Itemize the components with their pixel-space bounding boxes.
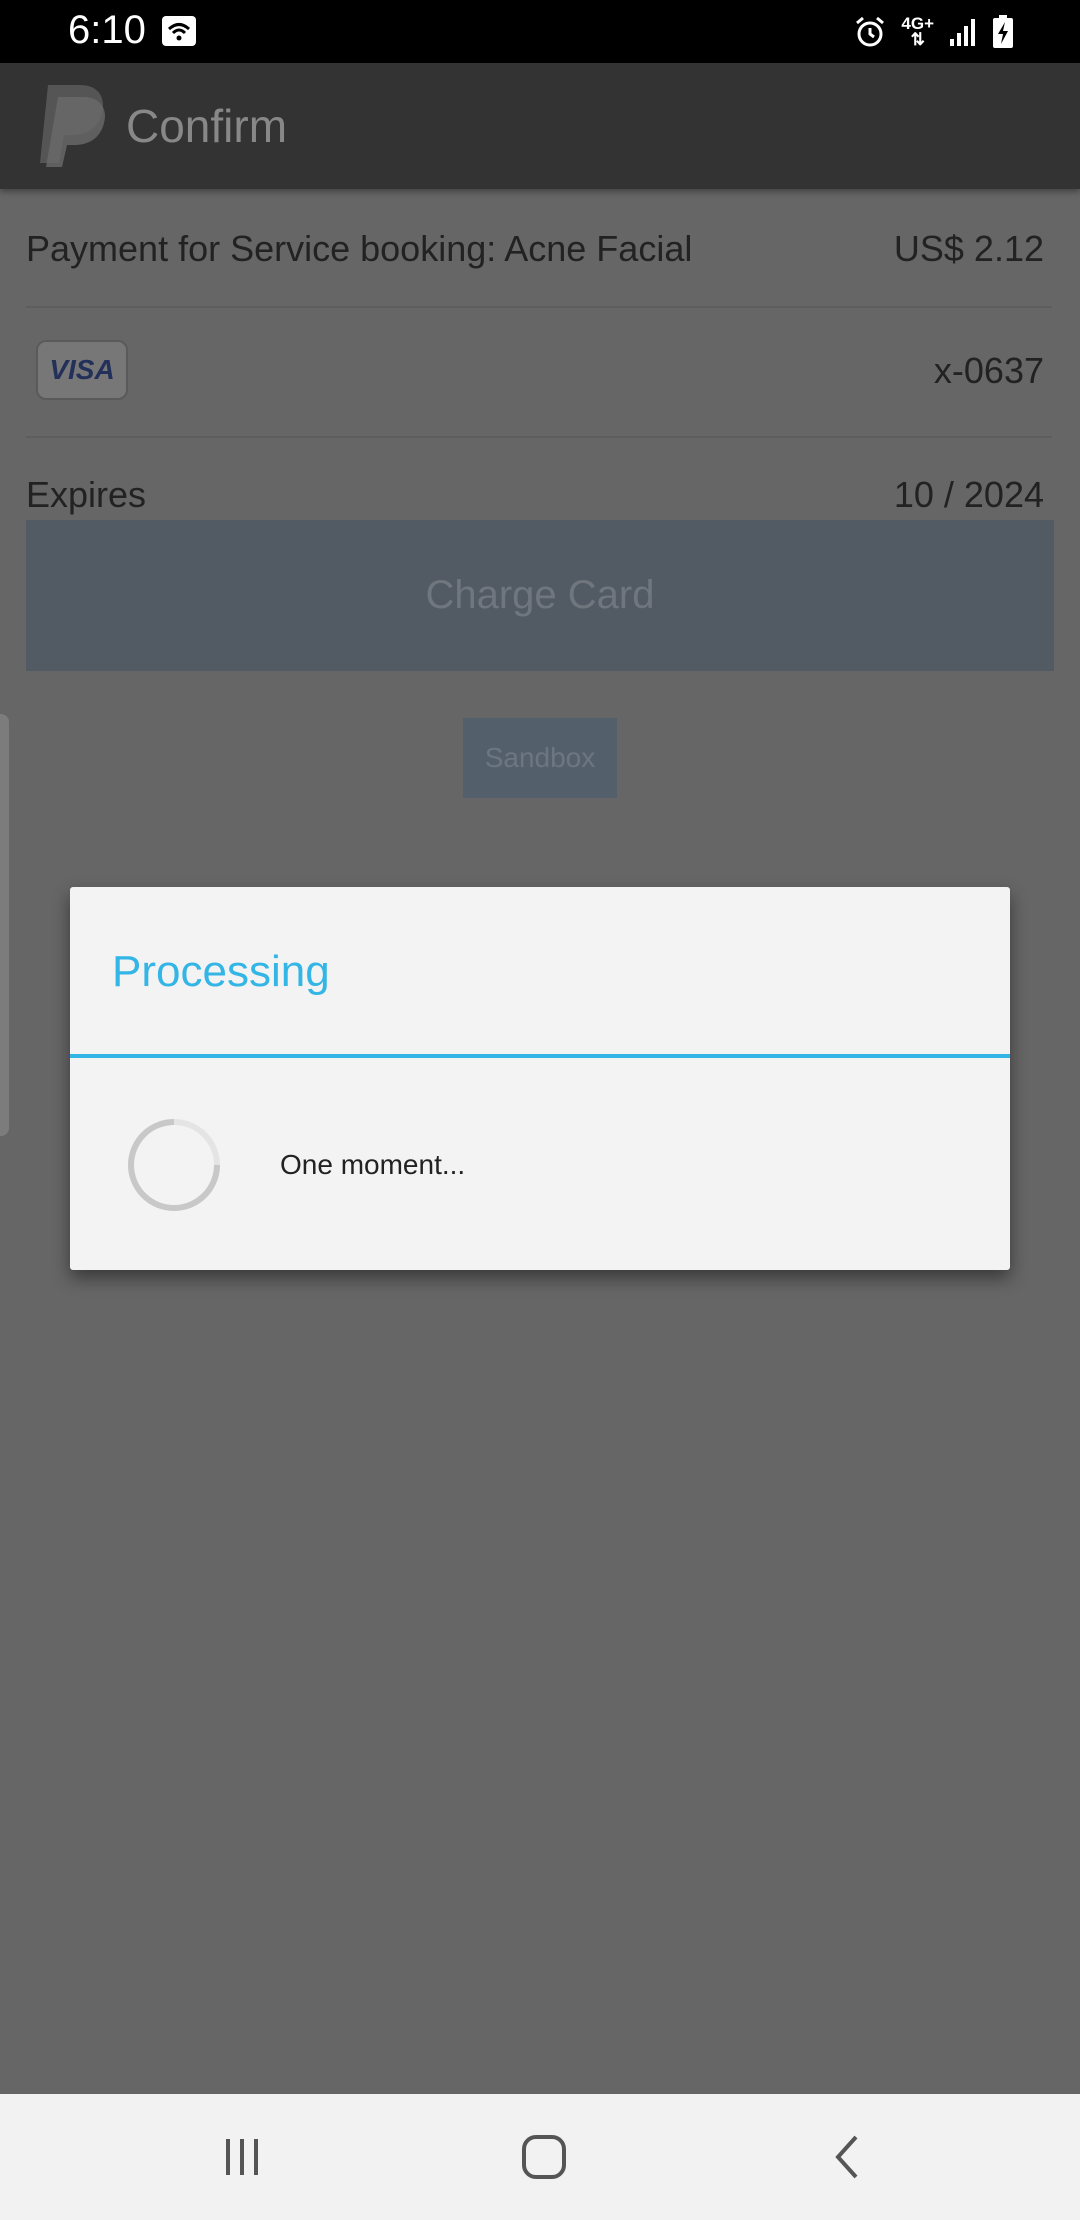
card-number: x-0637 — [933, 350, 1044, 391]
home-button[interactable] — [509, 2124, 579, 2190]
home-icon — [522, 2135, 566, 2179]
payment-amount: US$ 2.12 — [893, 228, 1044, 269]
payment-description-row: Payment for Service booking: Acne Facial… — [26, 228, 1052, 270]
expires-value: 10 / 2024 — [893, 474, 1044, 515]
edge-panel-handle[interactable] — [0, 714, 9, 1136]
status-icons: 4G+ ⇅ — [839, 12, 1014, 52]
dialog-divider — [70, 1054, 1010, 1058]
dialog-message: One moment... — [280, 1149, 466, 1180]
back-button[interactable] — [812, 2124, 882, 2190]
app-bar: Confirm — [0, 63, 1080, 189]
recents-button[interactable] — [207, 2124, 277, 2190]
data-arrows-icon: ⇅ — [910, 30, 925, 49]
loading-spinner-icon — [128, 1119, 220, 1211]
screen: 6:10 4G+ ⇅ Confirm Payment for Service b… — [0, 0, 1080, 2220]
paypal-logo-icon — [40, 85, 106, 167]
page-title: Confirm — [126, 100, 288, 152]
expires-label: Expires — [26, 474, 147, 515]
processing-dialog: Processing One moment... — [70, 887, 1010, 1270]
back-icon — [835, 2135, 858, 2179]
alarm-icon — [856, 16, 885, 47]
charge-card-button[interactable]: Charge Card — [26, 520, 1054, 671]
recents-icon — [226, 2139, 258, 2175]
divider — [26, 436, 1052, 438]
divider — [26, 306, 1052, 308]
expires-row: Expires 10 / 2024 — [26, 474, 1052, 516]
navigation-bar — [0, 2094, 1080, 2220]
visa-card-icon: VISA — [36, 340, 128, 400]
wifi-icon — [162, 16, 196, 46]
signal-icon — [950, 19, 975, 46]
payment-description: Payment for Service booking: Acne Facial — [26, 228, 693, 269]
dialog-title: Processing — [112, 947, 330, 996]
status-bar: 6:10 4G+ ⇅ — [0, 0, 1080, 63]
battery-charging-icon — [993, 15, 1013, 48]
status-time: 6:10 — [68, 8, 146, 52]
network-4g-icon: 4G+ ⇅ — [901, 15, 934, 49]
sandbox-badge: Sandbox — [463, 718, 617, 798]
